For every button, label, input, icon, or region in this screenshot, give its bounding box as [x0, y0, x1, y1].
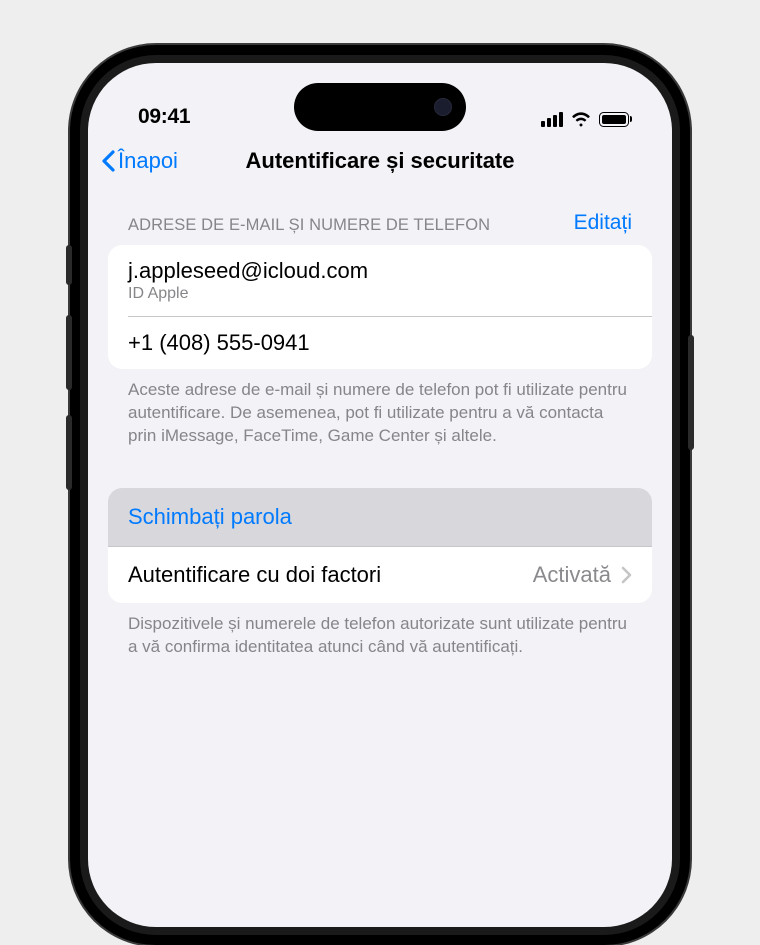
chevron-right-icon [621, 566, 632, 584]
row-title: +1 (408) 555-0941 [128, 330, 310, 356]
row-value: Activată [533, 562, 611, 588]
row-subtitle: ID Apple [128, 285, 368, 303]
chevron-left-icon [100, 149, 116, 173]
back-button[interactable]: Înapoi [100, 148, 178, 174]
section-footer: Dispozitivele și numerele de telefon aut… [108, 603, 652, 659]
apple-id-row[interactable]: j.appleseed@icloud.com ID Apple [108, 245, 652, 316]
phone-number-row[interactable]: +1 (408) 555-0941 [128, 316, 652, 369]
security-list: Schimbați parola Autentificare cu doi fa… [108, 488, 652, 603]
edit-button[interactable]: Editați [574, 211, 632, 235]
screen: 09:41 [88, 63, 672, 927]
dynamic-island [294, 83, 466, 131]
page-title: Autentificare și securitate [246, 148, 515, 174]
row-title: j.appleseed@icloud.com [128, 258, 368, 284]
wifi-icon [570, 111, 592, 127]
row-title: Autentificare cu doi factori [128, 562, 381, 588]
mute-switch [66, 245, 72, 285]
volume-up-button [66, 315, 72, 390]
content: ADRESE DE E-MAIL ȘI NUMERE DE TELEFON Ed… [88, 189, 672, 659]
power-button [688, 335, 694, 450]
back-label: Înapoi [118, 148, 178, 174]
front-camera-icon [434, 98, 452, 116]
section-footer: Aceste adrese de e-mail și numere de tel… [108, 369, 652, 448]
battery-icon [599, 112, 633, 127]
section-header-label: ADRESE DE E-MAIL ȘI NUMERE DE TELEFON [128, 216, 490, 235]
nav-bar: Înapoi Autentificare și securitate [88, 133, 672, 189]
row-title: Schimbați parola [128, 504, 292, 530]
change-password-row[interactable]: Schimbați parola [108, 488, 652, 546]
cellular-icon [541, 112, 563, 127]
two-factor-row[interactable]: Autentificare cu doi factori Activată [108, 546, 652, 603]
contacts-list: j.appleseed@icloud.com ID Apple +1 (408)… [108, 245, 652, 369]
phone-frame: 09:41 [70, 45, 690, 945]
section-header-contacts: ADRESE DE E-MAIL ȘI NUMERE DE TELEFON Ed… [108, 211, 652, 245]
status-icons [541, 111, 633, 129]
status-time: 09:41 [138, 105, 190, 129]
volume-down-button [66, 415, 72, 490]
